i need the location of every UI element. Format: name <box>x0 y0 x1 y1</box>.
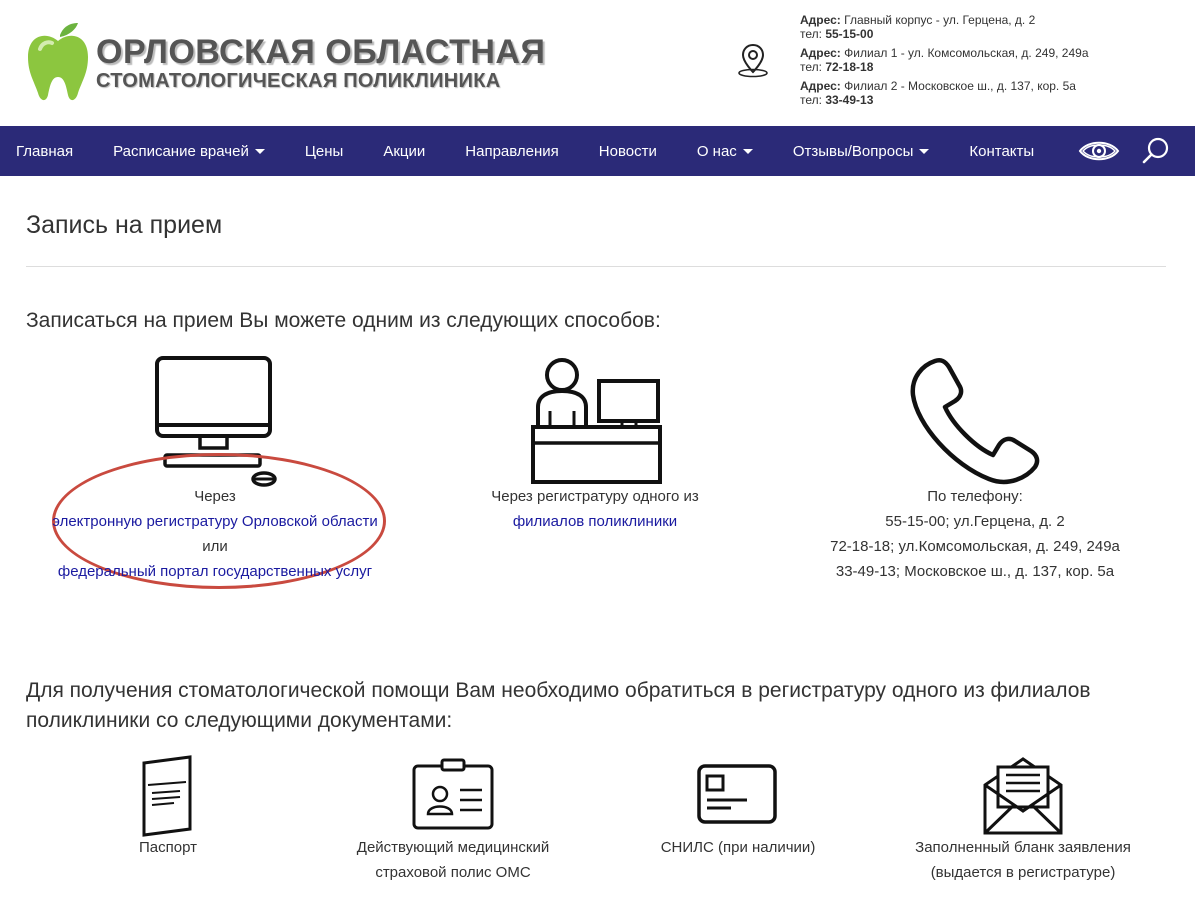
document-snils: СНИЛС (при наличии) <box>618 835 858 860</box>
phone-line: 55-15-00; ул.Герцена, д. 2 <box>885 513 1065 530</box>
address-label: Адрес: <box>800 46 841 60</box>
search-button[interactable] <box>1136 126 1176 176</box>
tel-number[interactable]: 72-18-18 <box>825 60 873 74</box>
branches-link[interactable]: филиалов поликлиники <box>513 513 677 530</box>
tel-label: тел: <box>800 26 822 41</box>
documents-intro: Для получения стоматологической помощи В… <box>26 679 1091 732</box>
main-nav: Главная Расписание врачей Цены Акции Нап… <box>0 126 1195 176</box>
caret-down-icon <box>254 148 265 154</box>
address-item: Адрес: Филиал 2 - Московское ш., д. 137,… <box>800 79 1180 107</box>
nav-item-promotions[interactable]: Акции <box>363 126 445 176</box>
tel-number[interactable]: 33-49-13 <box>825 93 873 107</box>
nav-item-label: О нас <box>696 142 737 160</box>
nav-item-prices[interactable]: Цены <box>285 126 364 176</box>
site-logo[interactable]: ОРЛОВСКАЯ ОБЛАСТНАЯ СТОМАТОЛОГИЧЕСКАЯ ПО… <box>26 18 546 108</box>
nav-item-directions[interactable]: Направления <box>445 126 579 176</box>
passport-icon <box>142 755 192 837</box>
document-passport: Паспорт <box>88 835 248 860</box>
phone-line: 72-18-18; ул.Комсомольская, д. 249, 249а <box>830 538 1120 555</box>
tooth-apple-logo-icon <box>28 23 88 101</box>
gosuslugi-portal-link[interactable]: федеральный портал государственных услуг <box>58 563 372 580</box>
nav-item-label: Главная <box>16 142 74 160</box>
eye-icon <box>1078 141 1120 161</box>
nav-item-contacts[interactable]: Контакты <box>949 126 1054 176</box>
caret-down-icon <box>919 148 930 154</box>
caret-down-icon <box>742 148 753 154</box>
registry-prefix: Через регистратуру одного из <box>491 488 699 505</box>
booking-intro: Записаться на прием Вы можете одним из с… <box>26 309 661 332</box>
page-title: Запись на прием <box>26 211 223 239</box>
document-label: Действующий медицинский <box>356 839 550 856</box>
map-pin-icon <box>738 43 768 78</box>
online-prefix: Через <box>194 488 236 505</box>
online-or: или <box>202 538 228 555</box>
booking-registry: Через регистратуру одного из филиалов по… <box>460 484 730 534</box>
booking-online: Через электронную регистратуру Орловской… <box>30 484 400 584</box>
phone-line: 33-49-13; Московское ш., д. 137, кор. 5а <box>835 563 1115 580</box>
envelope-form-icon <box>983 757 1063 835</box>
reception-desk-icon <box>531 358 662 484</box>
nav-item-about[interactable]: О нас <box>677 126 773 176</box>
document-application-form: Заполненный бланк заявления (выдается в … <box>888 835 1158 885</box>
document-oms-policy: Действующий медицинский страховой полис … <box>328 835 578 885</box>
nav-item-label: Отзывы/Вопросы <box>792 142 914 160</box>
address-list: Адрес: Главный корпус - ул. Герцена, д. … <box>800 13 1180 113</box>
nav-item-label: Расписание врачей <box>113 142 249 160</box>
nav-item-home[interactable]: Главная <box>0 126 93 176</box>
address-item: Адрес: Филиал 1 - ул. Комсомольская, д. … <box>800 46 1180 74</box>
insurance-card-icon <box>412 758 494 830</box>
nav-item-label: Контакты <box>969 142 1035 160</box>
electronic-registry-link[interactable]: электронную регистратуру Орловской облас… <box>52 513 377 530</box>
address-label: Адрес: <box>800 79 841 93</box>
snils-card-icon <box>697 764 777 824</box>
address-item: Адрес: Главный корпус - ул. Герцена, д. … <box>800 13 1180 41</box>
address-text: Главный корпус - ул. Герцена, д. 2 <box>844 13 1036 27</box>
document-label: Паспорт <box>139 839 197 856</box>
address-label: Адрес: <box>800 13 841 27</box>
site-header: ОРЛОВСКАЯ ОБЛАСТНАЯ СТОМАТОЛОГИЧЕСКАЯ ПО… <box>0 0 1195 126</box>
phone-title: По телефону: <box>927 488 1023 505</box>
address-text: Филиал 2 - Московское ш., д. 137, кор. 5… <box>844 79 1076 93</box>
accessibility-eye-button[interactable] <box>1076 126 1122 176</box>
tel-number[interactable]: 55-15-00 <box>825 27 873 41</box>
tel-label: тел: <box>800 92 822 107</box>
document-label: страховой полис ОМС <box>375 864 531 881</box>
nav-item-label: Новости <box>598 142 657 160</box>
document-label: СНИЛС (при наличии) <box>660 839 816 856</box>
logo-title: ОРЛОВСКАЯ ОБЛАСТНАЯ <box>96 33 546 71</box>
nav-item-schedule[interactable]: Расписание врачей <box>93 126 285 176</box>
nav-item-label: Направления <box>465 142 559 160</box>
logo-subtitle: СТОМАТОЛОГИЧЕСКАЯ ПОЛИКЛИНИКА <box>96 70 501 92</box>
nav-item-reviews[interactable]: Отзывы/Вопросы <box>773 126 950 176</box>
nav-item-label: Цены <box>304 142 344 160</box>
booking-phone: По телефону: 55-15-00; ул.Герцена, д. 2 … <box>805 484 1145 584</box>
document-label: (выдается в регистратуре) <box>930 864 1116 881</box>
nav-item-label: Акции <box>383 142 426 160</box>
nav-item-news[interactable]: Новости <box>579 126 677 176</box>
search-icon <box>1142 137 1169 164</box>
tel-label: тел: <box>800 59 822 74</box>
title-divider <box>26 266 1166 267</box>
address-text: Филиал 1 - ул. Комсомольская, д. 249, 24… <box>844 46 1089 60</box>
phone-handset-icon <box>910 358 1040 485</box>
document-label: Заполненный бланк заявления <box>915 839 1131 856</box>
